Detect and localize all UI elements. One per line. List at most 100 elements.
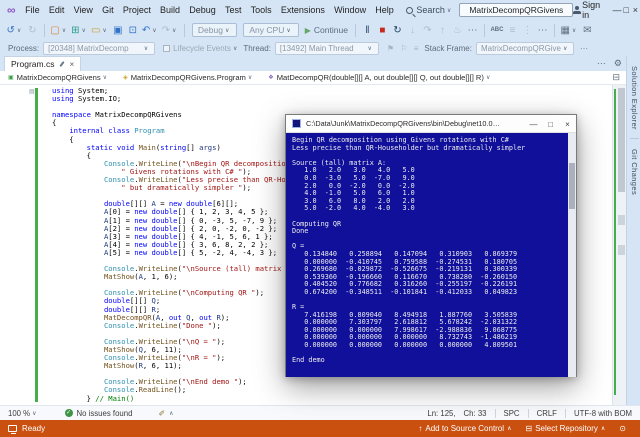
navigation-bar: ▣ MatrixDecompQRGivens ∨ ◈ MatrixDecompQ… xyxy=(0,71,626,85)
process-dropdown[interactable]: [20348] MatrixDecomp ∨ xyxy=(43,41,156,55)
issues-label[interactable]: No issues found xyxy=(77,409,133,418)
menu-tools[interactable]: Tools xyxy=(246,5,276,15)
spell-check-icon[interactable]: ABC xyxy=(490,27,503,33)
stop-icon[interactable]: ■ xyxy=(376,25,388,36)
thread-flag-icons[interactable]: ⚑ ⚐ ≡ xyxy=(387,44,420,53)
add-item-icon[interactable]: ⊞ ∨ xyxy=(71,25,88,36)
pin-icon[interactable] xyxy=(59,61,66,67)
menu-help[interactable]: Help xyxy=(371,5,399,15)
select-repository-label: Select Repository xyxy=(535,424,598,433)
menu-build[interactable]: Build xyxy=(155,5,184,15)
chevron-up-icon[interactable]: ∧ xyxy=(169,410,173,417)
break-all-icon[interactable]: ‖ xyxy=(361,25,373,36)
more-editor-icon[interactable]: ⋯ xyxy=(536,25,548,36)
console-scrollbar[interactable] xyxy=(568,133,576,377)
project-icon: ▣ xyxy=(8,75,14,81)
editor-scrollbar[interactable] xyxy=(612,85,626,405)
menu-debug[interactable]: Debug xyxy=(185,5,221,15)
feedback-icon[interactable]: ✉ xyxy=(581,25,593,36)
menu-test[interactable]: Test xyxy=(220,5,246,15)
menu-git[interactable]: Git xyxy=(98,5,119,15)
solution-name-box[interactable]: MatrixDecompQRGivens xyxy=(459,3,574,17)
editor-layout-icon[interactable]: ▦ ∨ xyxy=(560,25,578,36)
process-label: Process: xyxy=(8,43,40,53)
close-tab-icon[interactable]: × xyxy=(69,60,74,69)
select-repository-button[interactable]: ⊟ Select Repository ∧ xyxy=(525,424,605,433)
lifecycle-events-toggle[interactable]: Lifecycle Events ∨ xyxy=(163,44,239,53)
toolbar-separator xyxy=(483,23,485,37)
menu-extensions[interactable]: Extensions xyxy=(276,5,329,15)
code-cleanup-icon[interactable]: ✐ xyxy=(158,409,165,418)
code-line: } // Main() xyxy=(52,393,135,403)
open-file-icon[interactable]: ▭ ∨ xyxy=(91,25,109,36)
split-window-icon[interactable]: ⊟ xyxy=(612,72,620,83)
line-ending-indicator[interactable]: CRLF xyxy=(537,409,557,418)
notifications-bell-icon[interactable]: ⊙ xyxy=(619,424,626,433)
chevron-up-icon: ∧ xyxy=(600,426,606,432)
platform-select[interactable]: Any CPU ∨ xyxy=(243,23,299,37)
scrollbar-mark xyxy=(618,245,625,255)
space-mode-indicator[interactable]: SPC xyxy=(504,409,520,418)
thread-value: [13492] Main Thread xyxy=(279,43,354,53)
gear-icon[interactable]: ⚙ xyxy=(614,58,622,69)
scrollbar-thumb[interactable] xyxy=(618,88,625,192)
breadcrumb-method[interactable]: ❖ MatDecompQR(double[][] A, out double[]… xyxy=(268,73,492,82)
tab-label: Program.cs xyxy=(11,59,55,69)
tab-overflow-icon[interactable]: ⋯ xyxy=(597,58,606,69)
menu-window[interactable]: Window xyxy=(329,5,370,15)
navigate-back-icon[interactable]: ↺ ∨ xyxy=(7,25,24,36)
menu-edit[interactable]: Edit xyxy=(44,5,69,15)
redo-icon[interactable]: ↷ ∨ xyxy=(162,25,179,36)
stack-frame-value: MatrixDecompQRGive xyxy=(480,43,561,53)
line-indicator[interactable]: Ln: 125, xyxy=(427,409,455,418)
menu-view[interactable]: View xyxy=(69,5,98,15)
more-options-icon[interactable]: ⋯ xyxy=(580,44,588,53)
sign-in-button[interactable]: Sign in xyxy=(573,0,602,20)
thread-dropdown[interactable]: [13492] Main Thread ∨ xyxy=(274,41,379,55)
chevron-down-icon: ∨ xyxy=(32,410,37,417)
save-icon[interactable]: ▣ xyxy=(112,25,124,36)
chevron-down-icon: ∨ xyxy=(61,27,67,34)
line-format-icon[interactable]: ≡ xyxy=(506,25,518,36)
step-over-icon[interactable]: ↷ xyxy=(421,25,433,36)
chevron-down-icon: ∨ xyxy=(143,45,149,52)
console-maximize-button[interactable]: □ xyxy=(542,120,559,129)
continue-button[interactable]: ▶ Continue xyxy=(305,25,348,35)
debug-location-bar: Process: [20348] MatrixDecomp ∨ Lifecycl… xyxy=(0,40,640,56)
minimize-button[interactable]: — xyxy=(612,5,621,15)
tab-solution-explorer[interactable]: Solution Explorer xyxy=(630,56,639,138)
console-minimize-button[interactable]: — xyxy=(525,120,542,129)
debug-config-select[interactable]: Debug ∨ xyxy=(191,23,238,37)
console-title-bar[interactable]: C:\Data\Junk\MatrixDecompQRGivens\bin\De… xyxy=(286,115,576,133)
breadcrumb-class[interactable]: ◈ MatrixDecompQRGivens.Program ∨ xyxy=(123,73,254,82)
column-indicator[interactable]: Ch: 33 xyxy=(464,409,487,418)
tab-program-cs[interactable]: Program.cs × xyxy=(4,56,82,71)
visual-studio-logo-icon: ∞ xyxy=(7,3,16,17)
tab-git-changes[interactable]: Git Changes xyxy=(630,137,639,203)
search-box[interactable]: Search ∨ xyxy=(406,5,453,15)
navigate-forward-icon[interactable]: ↻ xyxy=(26,25,38,36)
undo-icon[interactable]: ↶ ∨ xyxy=(142,25,159,36)
console-scrollbar-thumb[interactable] xyxy=(569,163,575,209)
more-debug-icon[interactable]: ⋯ xyxy=(466,25,478,36)
add-to-source-control-button[interactable]: ↑ Add to Source Control ∧ xyxy=(418,424,511,433)
new-project-icon[interactable]: ▢ ∨ xyxy=(50,25,68,36)
menu-file[interactable]: File xyxy=(21,5,45,15)
maximize-button[interactable]: □ xyxy=(622,5,631,15)
console-close-button[interactable]: × xyxy=(559,120,576,129)
step-out-icon[interactable]: ↑ xyxy=(436,25,448,36)
breadcrumb-project[interactable]: ▣ MatrixDecompQRGivens ∨ xyxy=(8,73,109,82)
indent-icon[interactable]: ⋮ xyxy=(521,25,533,36)
menu-project[interactable]: Project xyxy=(118,5,155,15)
save-all-icon[interactable]: ⊡ xyxy=(127,25,139,36)
console-window[interactable]: C:\Data\Junk\MatrixDecompQRGivens\bin\De… xyxy=(285,114,577,377)
restart-icon[interactable]: ↻ xyxy=(391,25,403,36)
encoding-indicator[interactable]: UTF-8 with BOM xyxy=(574,409,632,418)
chevron-down-icon: ∨ xyxy=(247,75,253,81)
step-into-icon[interactable]: ↓ xyxy=(406,25,418,36)
stack-frame-dropdown[interactable]: MatrixDecompQRGive ∨ xyxy=(475,41,574,55)
hot-reload-icon[interactable]: ♨ xyxy=(451,25,463,36)
zoom-dropdown[interactable]: 100 % ∨ xyxy=(8,409,39,418)
breadcrumb-class-label: MatrixDecompQRGivens.Program xyxy=(130,73,246,82)
close-button[interactable]: × xyxy=(631,5,640,15)
